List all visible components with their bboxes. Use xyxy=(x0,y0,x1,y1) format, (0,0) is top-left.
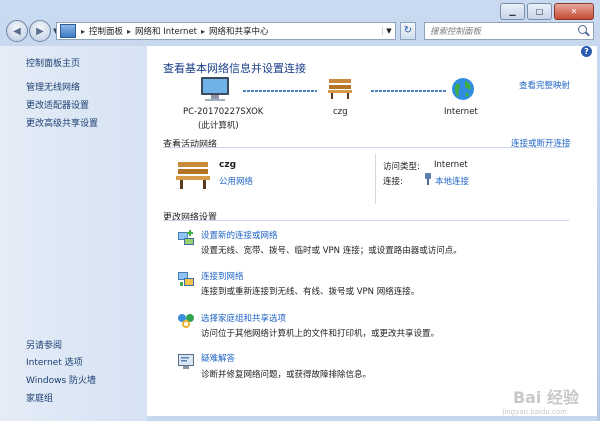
breadcrumb-control-panel[interactable]: 控制面板 xyxy=(87,25,125,37)
see-also-heading: 另请参阅 xyxy=(26,341,63,351)
troubleshoot-icon[interactable] xyxy=(177,352,195,370)
search-input[interactable]: 搜索控制面板 xyxy=(425,25,578,37)
task-connect-to-network-link[interactable]: 连接到网络 xyxy=(201,270,244,282)
forward-arrow-icon[interactable]: ▶ xyxy=(29,20,51,42)
control-panel-icon xyxy=(60,24,76,38)
active-networks-heading: 查看活动网络 xyxy=(163,140,218,150)
search-box[interactable]: 搜索控制面板 xyxy=(424,22,594,40)
map-connector-line xyxy=(243,90,317,92)
window-controls: ▁ □ ✕ xyxy=(500,3,594,20)
bench-network-icon[interactable] xyxy=(175,158,211,190)
task-setup-new-connection-desc: 设置无线、宽带、拨号、临时或 VPN 连接；或设置路由器或访问点。 xyxy=(201,246,462,256)
title-bar: ▁ □ ✕ ◀ ▶ ▼ ▸ 控制面板 ▸ 网络和 Internet ▸ 网络和共… xyxy=(0,0,600,46)
task-connect-to-network-desc: 连接到或重新连接到无线、有线、拨号或 VPN 网络连接。 xyxy=(201,287,420,297)
close-button[interactable]: ✕ xyxy=(554,3,594,20)
internet-label: Internet xyxy=(444,107,478,117)
access-type-label: 访问类型: xyxy=(383,162,420,172)
breadcrumb-chevron-icon[interactable]: ▸ xyxy=(199,27,207,36)
new-connection-icon[interactable] xyxy=(177,229,195,247)
address-bar[interactable]: ▸ 控制面板 ▸ 网络和 Internet ▸ 网络和共享中心 ▼ xyxy=(56,22,396,40)
breadcrumb-network-internet[interactable]: 网络和 Internet xyxy=(133,25,199,37)
vertical-divider xyxy=(375,154,376,204)
task-homegroup-sharing-link[interactable]: 选择家庭组和共享选项 xyxy=(201,312,286,324)
search-icon[interactable] xyxy=(578,25,590,37)
minimize-button[interactable]: ▁ xyxy=(500,3,525,20)
ethernet-connection-icon xyxy=(425,173,431,185)
main-content: ? 查看基本网络信息并设置连接 查看完整映射 PC-20170227SXOK (… xyxy=(147,46,597,416)
section-divider xyxy=(163,147,569,148)
bench-network-icon[interactable] xyxy=(327,76,353,100)
local-connection-link[interactable]: 本地连接 xyxy=(435,175,469,187)
map-connector-line xyxy=(371,90,447,92)
breadcrumb-chevron-icon[interactable]: ▸ xyxy=(79,27,87,36)
change-adapter-settings-link[interactable]: 更改适配器设置 xyxy=(26,98,89,111)
change-settings-heading: 更改网络设置 xyxy=(163,213,218,223)
network-type-link[interactable]: 公用网络 xyxy=(219,175,253,187)
control-panel-home-link[interactable]: 控制面板主页 xyxy=(26,56,80,69)
back-arrow-icon[interactable]: ◀ xyxy=(6,20,28,42)
computer-icon[interactable] xyxy=(199,76,231,102)
breadcrumb-network-sharing-center[interactable]: 网络和共享中心 xyxy=(207,25,271,37)
task-homegroup-sharing-desc: 访问位于其他网络计算机上的文件和打印机，或更改共享设置。 xyxy=(201,329,440,339)
task-troubleshoot-desc: 诊断并修复网络问题，或获得故障排除信息。 xyxy=(201,370,372,380)
network-name-map: czg xyxy=(333,107,348,117)
watermark-logo: Bai 经验 xyxy=(512,388,579,407)
left-task-pane: 控制面板主页 管理无线网络 更改适配器设置 更改高级共享设置 另请参阅 Inte… xyxy=(0,46,147,421)
computer-subtitle: (此计算机) xyxy=(198,121,239,131)
refresh-icon[interactable]: ↻ xyxy=(400,22,416,40)
task-setup-new-connection-link[interactable]: 设置新的连接或网络 xyxy=(201,229,278,241)
connections-label: 连接: xyxy=(383,177,403,187)
address-dropdown-icon[interactable]: ▼ xyxy=(382,27,395,35)
computer-name: PC-20170227SXOK xyxy=(183,107,264,117)
task-troubleshoot-link[interactable]: 疑难解答 xyxy=(201,352,235,364)
globe-icon[interactable] xyxy=(451,77,475,101)
help-icon[interactable]: ? xyxy=(581,46,592,57)
breadcrumb-chevron-icon[interactable]: ▸ xyxy=(125,27,133,36)
nav-buttons: ◀ ▶ ▼ xyxy=(6,20,58,42)
active-network-name: czg xyxy=(219,160,237,170)
watermark-url: jingyan.baidu.com xyxy=(502,408,567,416)
connect-to-network-icon[interactable] xyxy=(177,270,195,288)
view-full-map-link[interactable]: 查看完整映射 xyxy=(519,79,570,91)
manage-wireless-networks-link[interactable]: 管理无线网络 xyxy=(26,80,80,93)
page-title: 查看基本网络信息并设置连接 xyxy=(163,62,306,75)
internet-options-link[interactable]: Internet 选项 xyxy=(26,355,83,368)
section-divider xyxy=(163,220,569,221)
maximize-button[interactable]: □ xyxy=(527,3,552,20)
homegroup-sharing-icon[interactable] xyxy=(177,312,195,330)
homegroup-link[interactable]: 家庭组 xyxy=(26,391,53,404)
change-advanced-sharing-link[interactable]: 更改高级共享设置 xyxy=(26,116,98,129)
access-type-value: Internet xyxy=(434,160,468,170)
window-bottom-border xyxy=(147,416,597,421)
windows-firewall-link[interactable]: Windows 防火墙 xyxy=(26,373,96,386)
